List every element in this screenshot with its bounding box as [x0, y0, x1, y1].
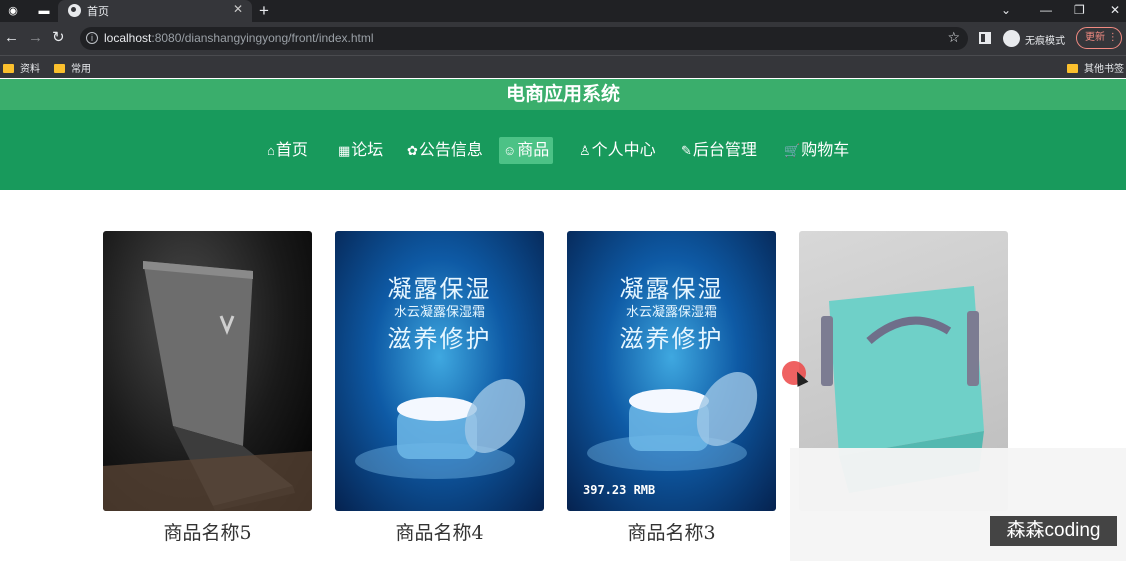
close-tab-icon[interactable]: ✕	[233, 2, 243, 16]
laptop-illustration	[103, 261, 312, 511]
nav-item-products[interactable]: ☺商品	[499, 137, 554, 164]
incognito-icon[interactable]	[1003, 30, 1020, 47]
back-button[interactable]: ←	[4, 29, 19, 47]
tab-search-icon[interactable]: ▬	[36, 3, 52, 19]
new-tab-button[interactable]: +	[259, 0, 269, 22]
chevron-down-icon[interactable]: ⌄	[1001, 0, 1011, 20]
update-button[interactable]: 更新 ⋮	[1076, 27, 1122, 49]
cream-jar-illustration	[355, 379, 526, 479]
user-icon: ♙	[579, 143, 591, 158]
incognito-label: 无痕模式	[1025, 36, 1065, 47]
nav-item-cart[interactable]: 🛒购物车	[780, 137, 853, 164]
nav-item-admin[interactable]: ✎后台管理	[677, 137, 761, 164]
product-image-cream[interactable]: 凝露保湿 水云凝露保湿霜 滋养修护 397.23 RMB	[567, 231, 776, 511]
product-name[interactable]: 商品名称3	[567, 518, 776, 545]
cart-icon: 🛒	[784, 143, 801, 158]
site-header: 电商应用系统	[0, 79, 1126, 110]
home-icon: ⌂	[267, 143, 275, 158]
window-close-button[interactable]: ✕	[1110, 0, 1120, 20]
info-icon[interactable]: i	[86, 32, 98, 44]
product-image-laptop[interactable]	[103, 231, 312, 511]
folder-icon	[54, 64, 65, 73]
bookmark-star-icon[interactable]: ☆	[947, 29, 960, 46]
product-name[interactable]: 商品名称4	[335, 518, 544, 545]
nav-item-profile[interactable]: ♙个人中心	[575, 137, 660, 164]
bookmarks-bar: 资料 常用 其他书签	[0, 55, 1126, 78]
product-icon: ☺	[503, 143, 517, 158]
side-panel-icon[interactable]	[979, 32, 991, 44]
browser-tab-active[interactable]: 首页 ✕	[58, 0, 252, 22]
main-nav: ⌂首页 ▦论坛 ✿公告信息 ☺商品 ♙个人中心 ✎后台管理 🛒购物车	[0, 110, 1126, 190]
link-icon: ✎	[681, 143, 692, 158]
product-image-cream[interactable]: 凝露保湿 水云凝露保湿霜 滋养修护	[335, 231, 544, 511]
nav-item-notices[interactable]: ✿公告信息	[403, 137, 487, 164]
address-bar[interactable]: i localhost:8080/dianshangyingyong/front…	[80, 27, 968, 50]
browser-tab-bar: ◉ ▬ 首页 ✕ + ⌄ — ❐ ✕	[0, 0, 1126, 22]
image-price-text: 397.23 RMB	[583, 483, 656, 497]
globe-icon	[68, 4, 81, 17]
bookmark-folder-other[interactable]: 其他书签	[1067, 60, 1124, 75]
product-name[interactable]: 商品名称5	[103, 518, 312, 545]
forum-icon: ▦	[338, 143, 351, 158]
nav-item-home[interactable]: ⌂首页	[263, 137, 312, 164]
folder-icon	[1067, 64, 1078, 73]
tab-title: 首页	[87, 6, 109, 18]
notice-icon: ✿	[407, 143, 418, 158]
bookmark-folder-ziliao[interactable]: 资料	[3, 60, 40, 75]
browser-menu-icon[interactable]: ◉	[5, 3, 21, 19]
url-text[interactable]: localhost:8080/dianshangyingyong/front/i…	[104, 31, 374, 45]
bookmark-folder-changyong[interactable]: 常用	[54, 60, 91, 75]
cream-jar-illustration	[587, 372, 758, 471]
site-title: 电商应用系统	[505, 84, 620, 105]
forward-button[interactable]: →	[28, 29, 43, 47]
reload-button[interactable]: ↻	[52, 29, 65, 47]
video-watermark: 森森coding	[990, 516, 1117, 546]
restore-button[interactable]: ❐	[1074, 0, 1085, 20]
minimize-button[interactable]: —	[1040, 0, 1052, 20]
folder-icon	[3, 64, 14, 73]
browser-toolbar: ← → ↻ i localhost:8080/dianshangyingyong…	[0, 22, 1126, 55]
nav-item-forum[interactable]: ▦论坛	[334, 137, 387, 164]
